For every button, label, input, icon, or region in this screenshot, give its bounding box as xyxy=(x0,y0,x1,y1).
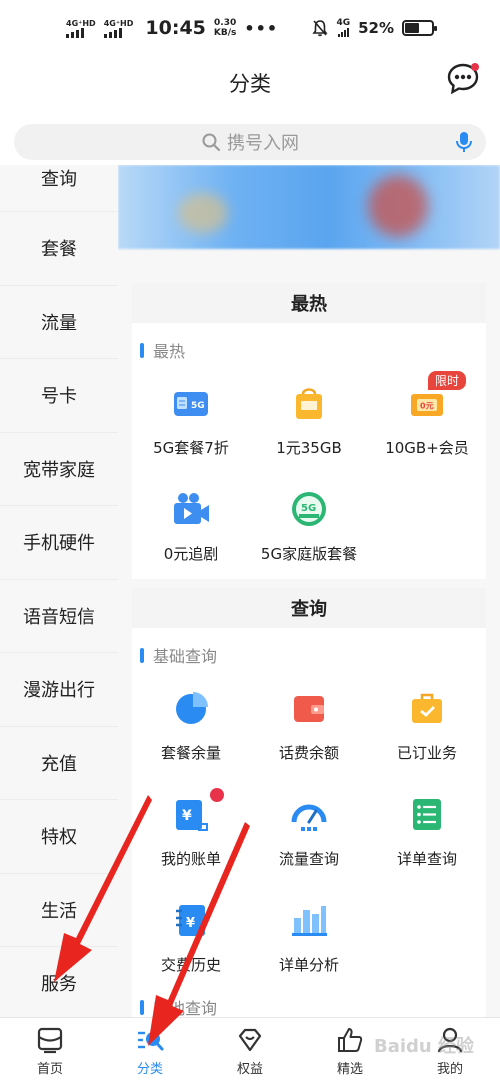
bar-chart-icon xyxy=(292,906,327,936)
svg-text:5G: 5G xyxy=(191,401,205,411)
svg-text:¥: ¥ xyxy=(182,808,192,824)
diamond-icon xyxy=(238,1028,262,1051)
hot-item-10gb-member[interactable]: 限时 0元 10GB+会员 xyxy=(368,367,486,473)
microphone-icon[interactable] xyxy=(454,131,474,153)
sidebar-item-roaming[interactable]: 漫游出行 xyxy=(0,653,118,727)
shopping-bag-icon xyxy=(296,388,322,419)
hot-item-5g-home[interactable]: 5G 5G家庭版套餐 xyxy=(250,473,368,579)
svg-text:0元: 0元 xyxy=(420,402,434,411)
battery-icon xyxy=(402,20,437,36)
sidebar-item-broadband[interactable]: 宽带家庭 xyxy=(0,433,118,506)
pie-chart-icon xyxy=(176,692,208,724)
bill-icon: ¥ xyxy=(176,800,208,831)
query-item-subscribed[interactable]: 已订业务 xyxy=(368,672,486,778)
search-bar[interactable]: 携号入网 xyxy=(14,124,486,160)
net-speed: 0.30 KB/s xyxy=(213,18,237,38)
signal-bars-icon xyxy=(103,27,122,38)
speedometer-icon xyxy=(291,804,327,831)
home-icon xyxy=(37,1027,63,1053)
hot-item-1yuan-35gb[interactable]: 1元35GB xyxy=(250,367,368,473)
promo-banner[interactable] xyxy=(118,165,500,249)
section-query: 查询 基础查询 套餐余量 话费余额 已订业务 ¥ 我的账单 流量查询 详单查询 … xyxy=(132,588,486,1017)
category-search-icon xyxy=(138,1031,164,1050)
thumbs-up-icon xyxy=(338,1027,363,1052)
header: 分类 xyxy=(0,56,500,110)
group-title: 其他查询 xyxy=(132,990,486,1017)
tab-benefits[interactable]: 权益 xyxy=(200,1018,300,1084)
more-notifications-icon: ••• xyxy=(244,18,279,38)
signal-2: 4G⁺HD xyxy=(103,19,133,38)
message-icon[interactable] xyxy=(446,62,480,96)
query-item-balance[interactable]: 话费余额 xyxy=(250,672,368,778)
signal-bars-icon xyxy=(66,27,84,38)
section-title: 最热 xyxy=(132,283,486,323)
tab-home[interactable]: 首页 xyxy=(0,1018,100,1084)
category-sidebar: 查询 套餐 流量 号卡 宽带家庭 手机硬件 语音短信 漫游出行 充值 特权 生活… xyxy=(0,165,118,1017)
wallet-icon xyxy=(294,696,324,722)
tab-category[interactable]: 分类 xyxy=(100,1018,200,1084)
search-icon xyxy=(202,133,221,152)
mute-bell-icon xyxy=(312,20,329,37)
notification-dot xyxy=(210,788,224,802)
clock: 10:45 xyxy=(145,17,206,39)
sidebar-item-voice-sms[interactable]: 语音短信 xyxy=(0,580,118,653)
status-bar: 4G⁺HD 4G⁺HD 10:45 0.30 KB/s ••• 4G 52% xyxy=(0,0,500,56)
query-item-detail[interactable]: 详单查询 xyxy=(368,778,486,884)
sidebar-item-life[interactable]: 生活 xyxy=(0,874,118,947)
page-title: 分类 xyxy=(229,72,271,96)
payment-history-icon: ¥ xyxy=(176,905,205,936)
battery-percent: 52% xyxy=(358,19,394,37)
limited-time-badge: 限时 xyxy=(428,371,467,390)
bottom-tab-bar: 首页 分类 权益 精选 我的 xyxy=(0,1017,500,1084)
hot-item-5g-package[interactable]: 5G 5G套餐7折 xyxy=(132,367,250,473)
user-icon xyxy=(437,1027,463,1052)
sidebar-item-package[interactable]: 套餐 xyxy=(0,212,118,286)
svg-text:5G: 5G xyxy=(301,503,316,514)
section-title: 查询 xyxy=(132,588,486,628)
section-hot: 最热 最热 5G 5G套餐7折 1元35GB 限时 0元 10GB+会员 0元追… xyxy=(132,283,486,579)
sidebar-item-sim[interactable]: 号卡 xyxy=(0,359,118,433)
query-item-package-balance[interactable]: 套餐余量 xyxy=(132,672,250,778)
5g-sim-icon: 5G xyxy=(174,392,208,416)
sidebar-item-recharge[interactable]: 充值 xyxy=(0,727,118,800)
video-camera-icon xyxy=(174,493,209,524)
query-item-data-usage[interactable]: 流量查询 xyxy=(250,778,368,884)
network-indicator: 4G xyxy=(336,19,350,37)
list-icon xyxy=(413,799,441,830)
signal-1: 4G⁺HD xyxy=(66,19,96,38)
category-content: 最热 最热 5G 5G套餐7折 1元35GB 限时 0元 10GB+会员 0元追… xyxy=(118,165,500,1017)
sidebar-item-privileges[interactable]: 特权 xyxy=(0,800,118,874)
query-item-my-bill[interactable]: ¥ 我的账单 xyxy=(132,778,250,884)
sidebar-item-query[interactable]: 查询 xyxy=(0,165,118,212)
tab-featured[interactable]: 精选 xyxy=(300,1018,400,1084)
group-title: 最热 xyxy=(132,333,486,367)
sidebar-item-data[interactable]: 流量 xyxy=(0,286,118,359)
query-item-payment-history[interactable]: ¥ 交费历史 xyxy=(132,884,250,990)
tab-mine[interactable]: 我的 xyxy=(400,1018,500,1084)
group-title: 基础查询 xyxy=(132,638,486,672)
5g-home-icon: 5G xyxy=(292,492,326,526)
sidebar-item-hardware[interactable]: 手机硬件 xyxy=(0,506,118,580)
sidebar-item-service[interactable]: 服务 xyxy=(0,947,118,1017)
svg-text:¥: ¥ xyxy=(186,916,195,931)
hot-item-free-drama[interactable]: 0元追剧 xyxy=(132,473,250,579)
briefcase-check-icon xyxy=(412,693,442,723)
query-item-detail-analysis[interactable]: 详单分析 xyxy=(250,884,368,990)
search-placeholder: 携号入网 xyxy=(227,133,299,154)
